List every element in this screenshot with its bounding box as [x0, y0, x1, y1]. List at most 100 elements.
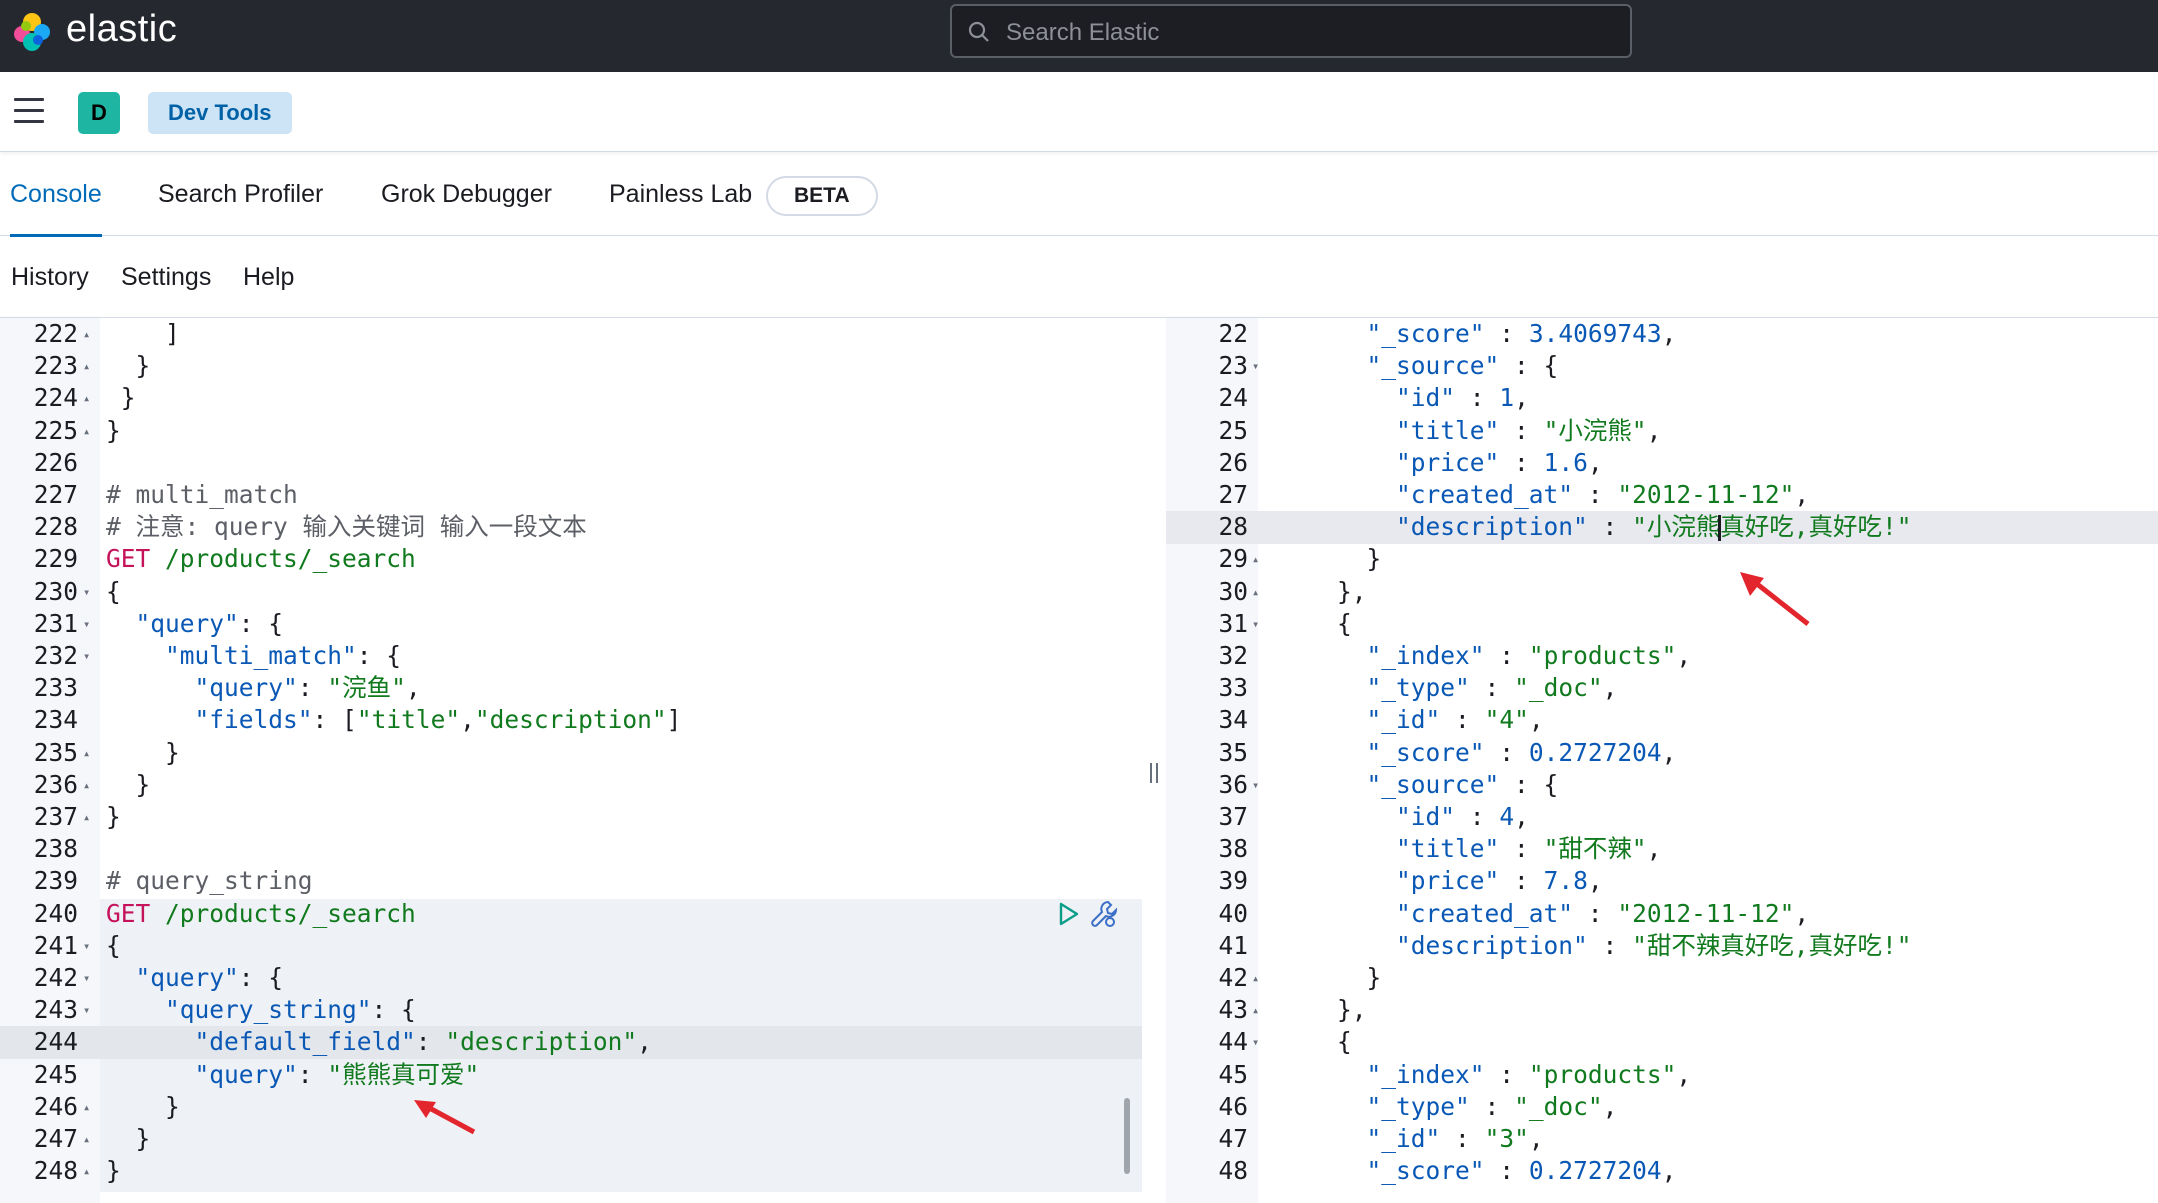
- code-line[interactable]: 39 "price" : 7.8,: [1166, 865, 2158, 898]
- code-line[interactable]: 242 ▾ "query": {: [0, 962, 1142, 995]
- fold-closed-icon[interactable]: ▴: [83, 350, 90, 383]
- space-avatar[interactable]: D: [78, 92, 120, 134]
- code-line[interactable]: 240 GET /products/_search: [0, 898, 1142, 931]
- code-line[interactable]: 26 "price" : 1.6,: [1166, 447, 2158, 480]
- fold-closed-icon[interactable]: ▴: [83, 415, 90, 448]
- resizer-grip-icon[interactable]: [1150, 763, 1158, 783]
- fold-closed-icon[interactable]: ▴: [83, 1155, 90, 1188]
- code-line[interactable]: 233 "query": "浣鱼",: [0, 672, 1142, 705]
- fold-open-icon[interactable]: ▾: [1252, 608, 1259, 641]
- code-line[interactable]: 222 ▴ ]: [0, 318, 1142, 351]
- code-line[interactable]: 33 "_type" : "_doc",: [1166, 672, 2158, 705]
- code-line[interactable]: 37 "id" : 4,: [1166, 801, 2158, 834]
- code-line[interactable]: 34 "_id" : "4",: [1166, 704, 2158, 737]
- code-line[interactable]: 29 ▴ }: [1166, 543, 2158, 576]
- code-line[interactable]: 41 "description" : "甜不辣真好吃,真好吃!": [1166, 930, 2158, 963]
- code-line[interactable]: 32 "_index" : "products",: [1166, 640, 2158, 673]
- code-line[interactable]: 237 ▴}: [0, 801, 1142, 834]
- fold-open-icon[interactable]: ▾: [83, 608, 90, 641]
- settings-link[interactable]: Settings: [121, 236, 211, 318]
- fold-closed-icon[interactable]: ▴: [83, 769, 90, 802]
- code-line[interactable]: 224 ▴ }: [0, 382, 1142, 415]
- fold-closed-icon[interactable]: ▴: [83, 382, 90, 415]
- fold-closed-icon[interactable]: ▴: [1252, 994, 1259, 1027]
- code-line[interactable]: 238: [0, 833, 1142, 866]
- tab-grok-debugger[interactable]: Grok Debugger: [381, 152, 552, 236]
- code-line[interactable]: 25 "title" : "小浣熊",: [1166, 415, 2158, 448]
- line-number: 240: [33, 898, 78, 928]
- code-line[interactable]: 244 "default_field": "description",: [0, 1026, 1142, 1059]
- fold-closed-icon[interactable]: ▴: [1252, 543, 1259, 576]
- code-line[interactable]: 228 # 注意: query 输入关键词 输入一段文本: [0, 511, 1142, 544]
- code-line[interactable]: 234 "fields": ["title","description"]: [0, 704, 1142, 737]
- fold-closed-icon[interactable]: ▴: [1252, 576, 1259, 609]
- code-line[interactable]: 47 "_id" : "3",: [1166, 1123, 2158, 1156]
- code-line[interactable]: 22 "_score" : 3.4069743,: [1166, 318, 2158, 351]
- code-line[interactable]: 38 "title" : "甜不辣",: [1166, 833, 2158, 866]
- line-number: 25: [1218, 415, 1248, 445]
- code-line[interactable]: 27 "created_at" : "2012-11-12",: [1166, 479, 2158, 512]
- code-text: }: [106, 1124, 151, 1153]
- search-input[interactable]: Search Elastic: [950, 4, 1632, 58]
- response-editor[interactable]: 22 "_score" : 3.4069743, 23 ▾ "_source" : …: [1166, 318, 2158, 1203]
- code-line[interactable]: 226: [0, 447, 1142, 480]
- code-line[interactable]: 40 "created_at" : "2012-11-12",: [1166, 898, 2158, 931]
- code-text: "title" : "小浣熊",: [1396, 415, 1662, 445]
- breadcrumb[interactable]: Dev Tools: [148, 92, 292, 134]
- fold-closed-icon[interactable]: ▴: [83, 1091, 90, 1124]
- code-line[interactable]: 48 "_score" : 0.2727204,: [1166, 1155, 2158, 1188]
- code-line[interactable]: 30 ▴ },: [1166, 576, 2158, 609]
- code-line[interactable]: 45 "_index" : "products",: [1166, 1059, 2158, 1092]
- code-line[interactable]: 243 ▾ "query_string": {: [0, 994, 1142, 1027]
- code-line[interactable]: 231 ▾ "query": {: [0, 608, 1142, 641]
- editor-resizer[interactable]: [1142, 318, 1166, 1203]
- fold-open-icon[interactable]: ▾: [83, 640, 90, 673]
- request-editor[interactable]: 222 ▴ ] 223 ▴ } 224 ▴ } 225 ▴} 226 227 # multi_mat…: [0, 318, 1142, 1203]
- code-line[interactable]: 239 # query_string: [0, 865, 1142, 898]
- fold-closed-icon[interactable]: ▴: [83, 801, 90, 834]
- code-line[interactable]: 229 GET /products/_search: [0, 543, 1142, 576]
- code-line[interactable]: 225 ▴}: [0, 415, 1142, 448]
- fold-open-icon[interactable]: ▾: [83, 930, 90, 963]
- code-line[interactable]: 44 ▾ {: [1166, 1026, 2158, 1059]
- tab-painless-lab[interactable]: Painless Lab: [609, 152, 752, 236]
- code-line[interactable]: 235 ▴ }: [0, 737, 1142, 770]
- code-line[interactable]: 232 ▾ "multi_match": {: [0, 640, 1142, 673]
- fold-closed-icon[interactable]: ▴: [83, 1123, 90, 1156]
- code-line[interactable]: 36 ▾ "_source" : {: [1166, 769, 2158, 802]
- code-text: }: [106, 769, 151, 799]
- code-line[interactable]: 31 ▾ {: [1166, 608, 2158, 641]
- fold-closed-icon[interactable]: ▴: [83, 318, 90, 351]
- code-line[interactable]: 227 # multi_match: [0, 479, 1142, 512]
- fold-open-icon[interactable]: ▾: [1252, 350, 1259, 383]
- code-line[interactable]: 35 "_score" : 0.2727204,: [1166, 737, 2158, 770]
- fold-open-icon[interactable]: ▾: [1252, 769, 1259, 802]
- fold-open-icon[interactable]: ▾: [83, 962, 90, 995]
- fold-closed-icon[interactable]: ▴: [83, 737, 90, 770]
- history-link[interactable]: History: [11, 236, 89, 318]
- code-line[interactable]: 247 ▴ }: [0, 1123, 1142, 1156]
- code-line[interactable]: 236 ▴ }: [0, 769, 1142, 802]
- code-line[interactable]: 241 ▾ {: [0, 930, 1142, 963]
- line-number: 23: [1218, 351, 1248, 381]
- tab-console[interactable]: Console: [10, 152, 102, 237]
- code-line[interactable]: 42 ▴ }: [1166, 962, 2158, 995]
- code-line[interactable]: 245 "query": "熊熊真可爱": [0, 1059, 1142, 1092]
- code-line[interactable]: 46 "_type" : "_doc",: [1166, 1091, 2158, 1124]
- code-line[interactable]: 223 ▴ }: [0, 350, 1142, 383]
- fold-open-icon[interactable]: ▾: [1252, 1026, 1259, 1059]
- code-line[interactable]: 43 ▴ },: [1166, 994, 2158, 1027]
- code-line[interactable]: 246 ▴ }: [0, 1091, 1142, 1124]
- hamburger-menu-icon[interactable]: [14, 98, 48, 126]
- fold-open-icon[interactable]: ▾: [83, 994, 90, 1027]
- fold-closed-icon[interactable]: ▴: [1252, 962, 1259, 995]
- fold-open-icon[interactable]: ▾: [83, 576, 90, 609]
- code-line[interactable]: 248 ▴}: [0, 1155, 1142, 1188]
- code-line[interactable]: 24 "id" : 1,: [1166, 382, 2158, 415]
- help-link[interactable]: Help: [243, 236, 294, 318]
- code-line[interactable]: 23 ▾ "_source" : {: [1166, 350, 2158, 383]
- code-line[interactable]: 230 ▾ {: [0, 576, 1142, 609]
- code-line[interactable]: 28 "description" : "小浣熊真好吃,真好吃!": [1166, 511, 2158, 544]
- elastic-logo-icon[interactable]: [10, 10, 54, 54]
- tab-search-profiler[interactable]: Search Profiler: [158, 152, 323, 236]
